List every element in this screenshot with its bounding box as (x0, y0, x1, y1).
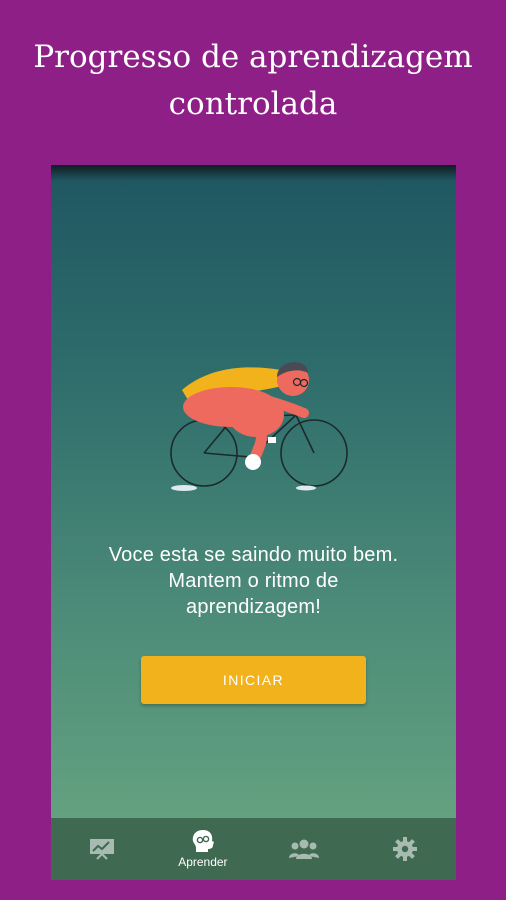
bottom-navigation: Aprender (51, 818, 456, 880)
start-button[interactable]: INICIAR (141, 656, 366, 704)
nav-item-community[interactable] (254, 818, 355, 880)
chart-board-icon (89, 838, 115, 860)
ground-mark (171, 485, 197, 491)
status-bar (51, 165, 456, 181)
message-line-3: aprendizagem! (186, 596, 321, 618)
phone-screen: Voce esta se saindo muito bem. Mantem o … (51, 165, 456, 880)
cyclist-illustration (170, 362, 348, 491)
nav-item-aprender[interactable]: Aprender (152, 818, 253, 880)
promo-title: Progresso de aprendizagem controlada (0, 34, 506, 128)
gear-icon (393, 837, 418, 861)
rider-foot (245, 454, 261, 470)
promo-title-line-2: controlada (168, 86, 338, 122)
nav-item-progress[interactable] (51, 818, 152, 880)
message-line-2: Mantem o ritmo de (168, 570, 339, 592)
promo-title-line-1: Progresso de aprendizagem (33, 39, 473, 75)
nav-label-aprender: Aprender (178, 855, 228, 869)
group-icon (289, 838, 320, 860)
ground-mark (296, 485, 316, 491)
message-line-1: Voce esta se saindo muito bem. (108, 544, 399, 566)
brain-head-icon (190, 829, 216, 853)
encouragement-message: Voce esta se saindo muito bem. Mantem o … (51, 542, 456, 620)
nav-item-settings[interactable] (355, 818, 456, 880)
